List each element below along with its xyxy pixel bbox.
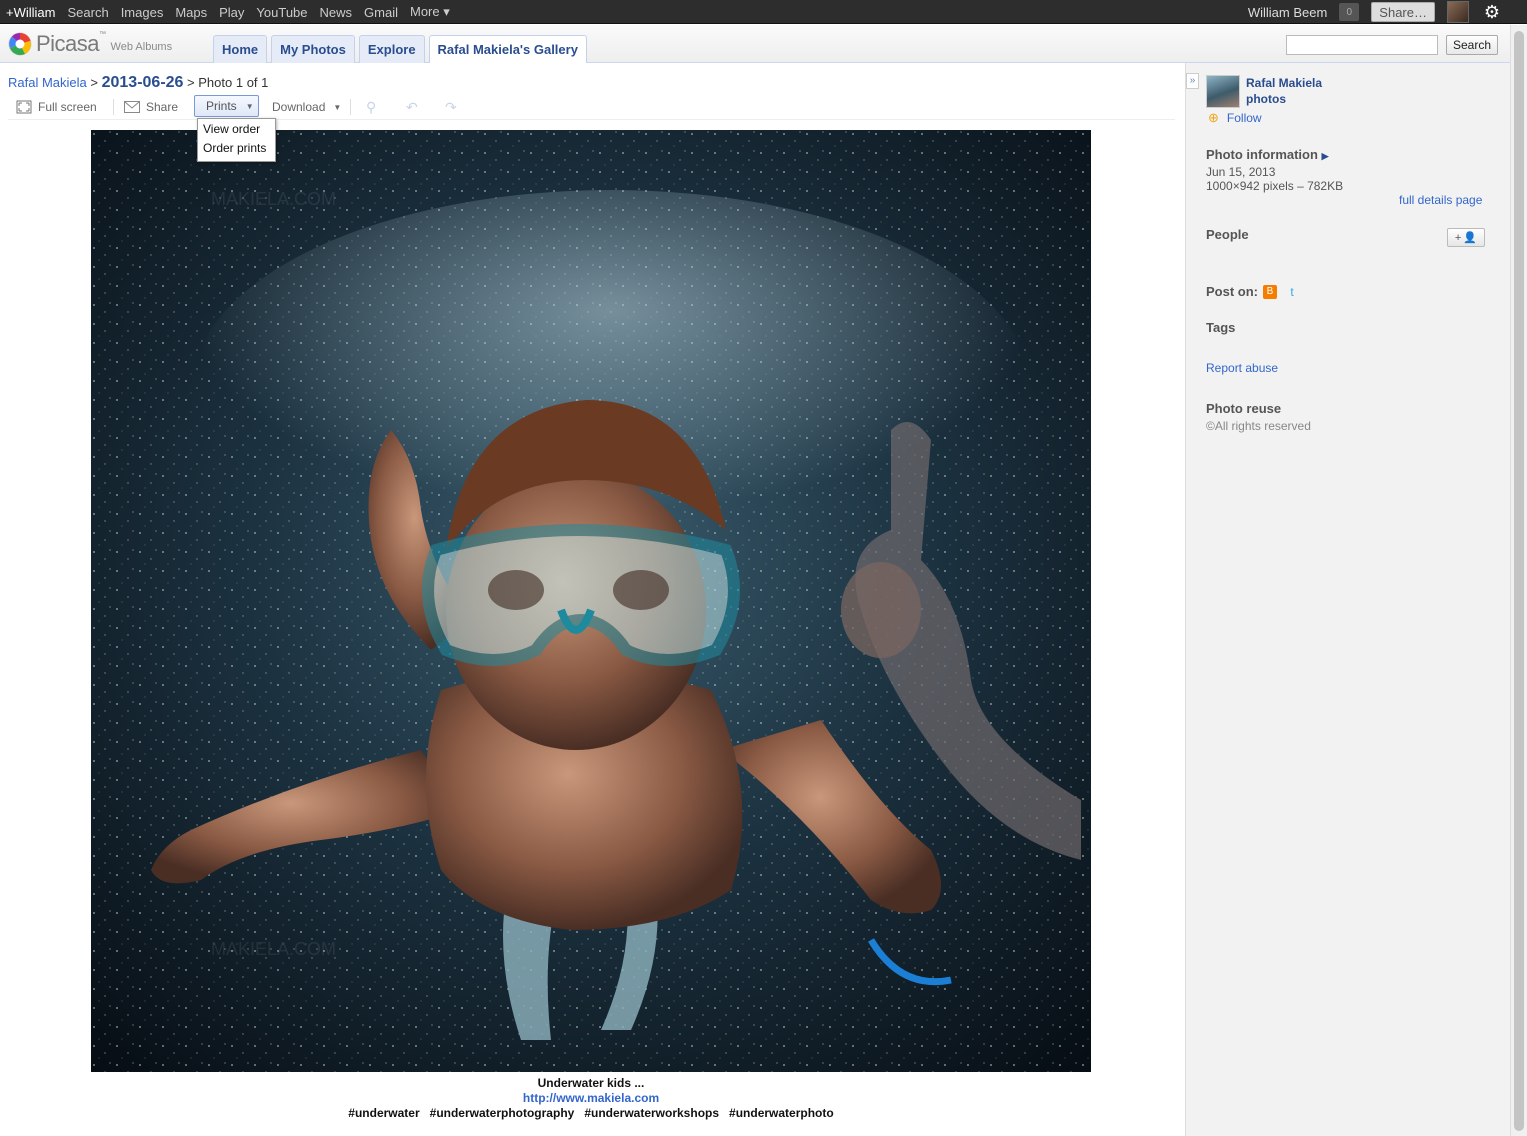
gbar-link-maps[interactable]: Maps <box>175 5 207 20</box>
prints-menu: View order Order prints <box>197 118 276 162</box>
follow-label: Follow <box>1226 111 1262 125</box>
google-bar-links: +William Search Images Maps Play YouTube… <box>6 0 462 24</box>
photo-dimensions: 1000×942 pixels – 782KB <box>1206 179 1344 193</box>
gbar-link-gmail[interactable]: Gmail <box>364 5 398 20</box>
toolbar-divider <box>113 99 114 115</box>
gbar-link-play[interactable]: Play <box>219 5 244 20</box>
post-on-label: Post on: <box>1206 284 1258 299</box>
envelope-icon <box>124 101 140 113</box>
main-tabs: Home My Photos Explore Rafal Makiela's G… <box>213 35 591 63</box>
tab-home[interactable]: Home <box>213 35 268 63</box>
follow-icon: ⊕ <box>1208 110 1219 125</box>
breadcrumb-owner[interactable]: Rafal Makiela <box>8 75 87 90</box>
google-bar: +William Search Images Maps Play YouTube… <box>0 0 1527 24</box>
person-icon: 👤 <box>1463 232 1478 244</box>
add-people-button[interactable]: + 👤 <box>1447 228 1485 247</box>
logo-text: Picasa™ <box>36 31 106 56</box>
photo-date: Jun 15, 2013 <box>1206 165 1276 179</box>
user-name[interactable]: William Beem <box>1248 5 1327 20</box>
photo-toolbar: Full screen Share Prints ▼ Download ▼ ⚲ … <box>8 95 1175 120</box>
picasa-logo[interactable]: Picasa™ Web Albums <box>8 31 172 57</box>
photo-info-heading[interactable]: Photo information ▶ <box>1206 147 1328 162</box>
tab-gallery[interactable]: Rafal Makiela's Gallery <box>428 35 587 63</box>
zoom-icon[interactable]: ⚲ <box>366 96 376 118</box>
prints-button[interactable]: Prints ▼ <box>194 95 259 117</box>
collapse-sidebar-icon[interactable]: » <box>1186 73 1199 89</box>
owner-thumbnail[interactable] <box>1206 75 1240 108</box>
copyright-icon: © <box>1206 419 1215 433</box>
rights-text: ©All rights reserved <box>1206 419 1311 433</box>
logo-subtitle: Web Albums <box>110 41 173 53</box>
tags-heading: Tags <box>1206 320 1236 335</box>
download-label: Download <box>272 100 326 114</box>
picasa-pinwheel-icon <box>8 32 32 56</box>
share-button[interactable]: Share <box>124 96 178 118</box>
chevron-down-icon: ▼ <box>333 102 342 112</box>
gbar-link-images[interactable]: Images <box>121 5 164 20</box>
chevron-down-icon: ▼ <box>245 101 254 111</box>
menu-item-order-prints[interactable]: Order prints <box>198 140 275 159</box>
scrollbar-thumb[interactable] <box>1514 31 1524 1131</box>
triangle-right-icon: ▶ <box>1321 151 1329 161</box>
share-label: Share <box>146 100 179 114</box>
info-sidebar: » Rafal Makiela photos ⊕ Follow Photo in… <box>1185 63 1510 1136</box>
breadcrumb-position: Photo 1 of 1 <box>198 75 269 90</box>
fullscreen-icon <box>16 100 32 114</box>
gbar-link-news[interactable]: News <box>320 5 353 20</box>
breadcrumb: Rafal Makiela > 2013-06-26 > Photo 1 of … <box>8 74 268 92</box>
breadcrumb-separator: > <box>86 75 102 90</box>
caption-title: Underwater kids ... <box>537 1076 645 1090</box>
gbar-link-more[interactable]: More ▾ <box>410 4 450 20</box>
breadcrumb-album[interactable]: 2013-06-26 <box>102 74 184 91</box>
main-photo[interactable]: MAKIELA.COM MAKIELA.COM <box>91 130 1091 1072</box>
owner-photos-link[interactable]: photos <box>1246 92 1286 106</box>
owner-name-link[interactable]: Rafal Makiela <box>1246 76 1322 90</box>
svg-text:MAKIELA.COM: MAKIELA.COM <box>211 189 336 209</box>
caption-link[interactable]: http://www.makiela.com <box>91 1091 1091 1106</box>
menu-item-view-order[interactable]: View order <box>198 121 275 140</box>
report-abuse-link[interactable]: Report abuse <box>1206 361 1278 375</box>
photo-reuse-heading: Photo reuse <box>1206 401 1282 416</box>
svg-text:MAKIELA.COM: MAKIELA.COM <box>211 939 336 959</box>
fullscreen-button[interactable]: Full screen <box>16 96 97 118</box>
full-details-link[interactable]: full details page <box>1399 193 1482 207</box>
search-input[interactable] <box>1286 35 1438 55</box>
download-button[interactable]: Download ▼ <box>272 96 341 118</box>
avatar[interactable] <box>1447 1 1469 23</box>
page-scrollbar[interactable] <box>1510 25 1527 1136</box>
rotate-left-icon[interactable]: ↶ <box>406 96 418 118</box>
search-button[interactable]: Search <box>1446 35 1498 55</box>
blogger-icon[interactable]: B <box>1263 285 1277 299</box>
gbar-link-youtube[interactable]: YouTube <box>256 5 307 20</box>
notification-count-badge[interactable]: 0 <box>1339 3 1360 21</box>
gbar-share-button[interactable]: Share… <box>1371 2 1435 22</box>
gear-icon[interactable]: ⚙ <box>1483 3 1501 21</box>
caption-hashtags: #underwater #underwaterphotography #unde… <box>348 1106 834 1120</box>
tab-explore[interactable]: Explore <box>358 35 425 63</box>
add-people-label: + <box>1454 231 1462 244</box>
tab-my-photos[interactable]: My Photos <box>271 35 355 63</box>
fullscreen-label: Full screen <box>38 100 97 114</box>
rotate-right-icon[interactable]: ↷ <box>445 96 457 118</box>
gbar-link-search[interactable]: Search <box>67 5 108 20</box>
underwater-photo-image: MAKIELA.COM MAKIELA.COM <box>91 130 1091 1072</box>
gbar-link-plus-william[interactable]: +William <box>6 5 55 20</box>
follow-button[interactable]: ⊕ Follow <box>1208 110 1262 126</box>
people-heading: People <box>1206 227 1249 242</box>
twitter-icon[interactable]: t <box>1285 285 1299 299</box>
toolbar-divider <box>350 99 351 115</box>
photo-caption: Underwater kids ... http://www.makiela.c… <box>91 1076 1091 1121</box>
picasa-header: Picasa™ Web Albums Home My Photos Explor… <box>0 25 1510 63</box>
prints-label: Prints <box>206 99 237 113</box>
breadcrumb-separator: > <box>183 75 199 90</box>
